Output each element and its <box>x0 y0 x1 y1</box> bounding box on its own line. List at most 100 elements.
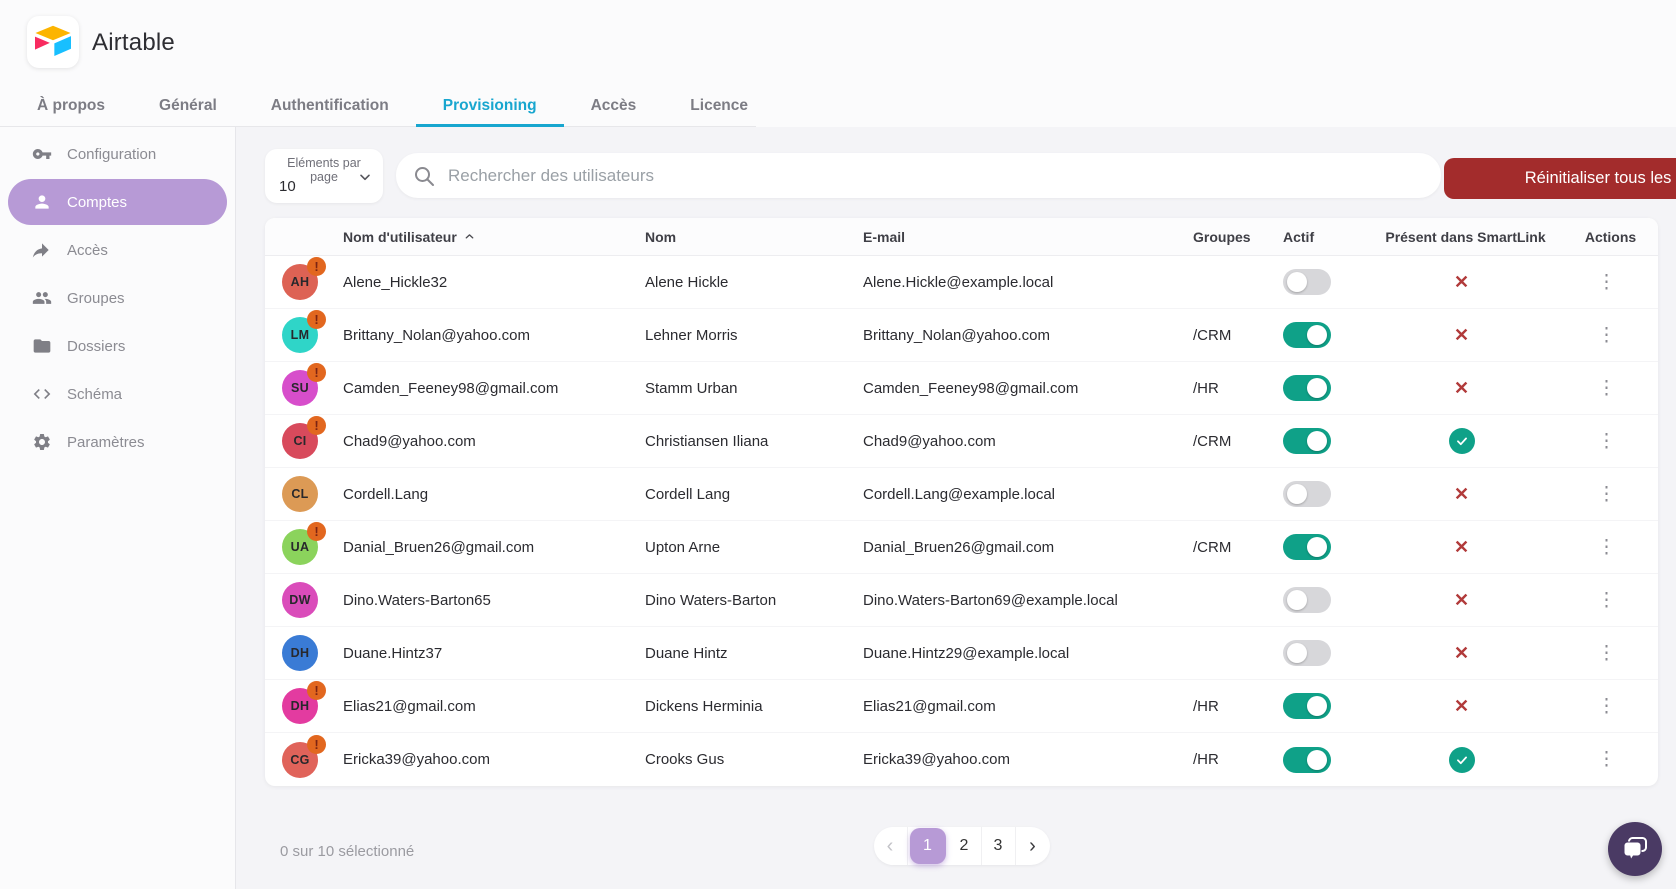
row-actions-button[interactable]: ⋮ <box>1589 273 1624 292</box>
smartlink-cross-icon: ✕ <box>1454 325 1469 346</box>
share-arrow-icon <box>32 240 52 260</box>
smartlink-cross-icon: ✕ <box>1454 696 1469 717</box>
row-actions-button[interactable]: ⋮ <box>1589 644 1624 663</box>
avatar: CL ! <box>282 476 318 512</box>
row-actions-button[interactable]: ⋮ <box>1589 538 1624 557</box>
row-actions-button[interactable]: ⋮ <box>1589 485 1624 504</box>
airtable-logo <box>27 16 79 68</box>
sidebar-item-comptes[interactable]: Comptes <box>8 179 227 225</box>
avatar: LM ! <box>282 317 318 353</box>
selection-count: 0 sur 10 sélectionné <box>280 843 414 860</box>
cell-username: Chad9@yahoo.com <box>343 433 645 450</box>
tab-licence[interactable]: Licence <box>663 85 775 127</box>
avatar: CG ! <box>282 742 318 778</box>
column-email[interactable]: E-mail <box>863 229 1193 245</box>
app-header: Airtable À propos Général Authentificati… <box>0 0 1676 127</box>
row-actions-button[interactable]: ⋮ <box>1589 379 1624 398</box>
tab-acc-s[interactable]: Accès <box>564 85 664 127</box>
row-actions-button[interactable]: ⋮ <box>1589 750 1624 769</box>
sidebar-item-configuration[interactable]: Configuration <box>8 131 227 177</box>
column-name[interactable]: Nom <box>645 229 863 245</box>
cell-email: Ericka39@yahoo.com <box>863 751 1193 768</box>
cell-email: Danial_Bruen26@gmail.com <box>863 539 1193 556</box>
chat-button[interactable] <box>1608 822 1662 876</box>
active-toggle[interactable] <box>1283 375 1331 401</box>
sidebar-item-param-tres[interactable]: Paramètres <box>8 419 227 465</box>
cell-username: Cordell.Lang <box>343 486 645 503</box>
code-icon <box>32 384 52 404</box>
active-toggle[interactable] <box>1283 587 1331 613</box>
sidebar-item-label: Paramètres <box>67 434 145 451</box>
cell-email: Brittany_Nolan@yahoo.com <box>863 327 1193 344</box>
sidebar-item-acc-s[interactable]: Accès <box>8 227 227 273</box>
avatar-initials: DH <box>291 646 310 660</box>
row-actions-button[interactable]: ⋮ <box>1589 432 1624 451</box>
cell-name: Duane Hintz <box>645 645 863 662</box>
active-toggle[interactable] <box>1283 322 1331 348</box>
table-row: DW ! Dino.Waters-Barton65 Dino Waters-Ba… <box>265 574 1658 627</box>
pagination-page-2[interactable]: 2 <box>948 827 982 865</box>
tab-provisioning[interactable]: Provisioning <box>416 85 564 127</box>
column-active[interactable]: Actif <box>1283 229 1368 245</box>
row-actions-button[interactable]: ⋮ <box>1589 326 1624 345</box>
sidebar-item-dossiers[interactable]: Dossiers <box>8 323 227 369</box>
cell-username: Dino.Waters-Barton65 <box>343 592 645 609</box>
row-actions-button[interactable]: ⋮ <box>1589 591 1624 610</box>
sidebar-item-label: Accès <box>67 242 108 259</box>
column-username[interactable]: Nom d'utilisateur <box>343 229 645 245</box>
cell-username: Danial_Bruen26@gmail.com <box>343 539 645 556</box>
airtable-logo-icon <box>32 24 74 60</box>
avatar: SU ! <box>282 370 318 406</box>
pagination-page-3[interactable]: 3 <box>982 827 1016 865</box>
active-toggle[interactable] <box>1283 534 1331 560</box>
tab-authentification[interactable]: Authentification <box>244 85 416 127</box>
avatar-initials: DH <box>291 699 310 713</box>
cell-name: Cordell Lang <box>645 486 863 503</box>
table-row: UA ! Danial_Bruen26@gmail.com Upton Arne… <box>265 521 1658 574</box>
folder-icon <box>32 336 52 356</box>
table-row: CL ! Cordell.Lang Cordell Lang Cordell.L… <box>265 468 1658 521</box>
warning-badge-icon: ! <box>307 416 326 435</box>
cell-name: Lehner Morris <box>645 327 863 344</box>
warning-badge-icon: ! <box>307 522 326 541</box>
column-smartlink[interactable]: Présent dans SmartLink <box>1368 229 1563 245</box>
gear-icon <box>32 432 52 452</box>
active-toggle[interactable] <box>1283 481 1331 507</box>
avatar-initials: CI <box>293 434 306 448</box>
cell-email: Duane.Hintz29@example.local <box>863 645 1193 662</box>
sidebar-item-label: Groupes <box>67 290 125 307</box>
active-toggle[interactable] <box>1283 640 1331 666</box>
avatar: DW ! <box>282 582 318 618</box>
pagination-page-1[interactable]: 1 <box>910 828 946 864</box>
avatar: UA ! <box>282 529 318 565</box>
cell-name: Stamm Urban <box>645 380 863 397</box>
items-per-page-select[interactable]: Eléments par page 10 <box>265 149 383 203</box>
tab--propos[interactable]: À propos <box>10 85 132 127</box>
pagination-next-button[interactable]: › <box>1016 827 1050 865</box>
active-toggle[interactable] <box>1283 747 1331 773</box>
table-header-row: Nom d'utilisateur Nom E-mail Groupes Act… <box>265 218 1658 256</box>
table-row: CI ! Chad9@yahoo.com Christiansen Iliana… <box>265 415 1658 468</box>
tab-g-n-ral[interactable]: Général <box>132 85 244 127</box>
avatar-initials: LM <box>291 328 310 342</box>
pagination-prev-button[interactable]: ‹ <box>874 827 908 865</box>
column-groups[interactable]: Groupes <box>1193 229 1283 245</box>
row-actions-button[interactable]: ⋮ <box>1589 697 1624 716</box>
sidebar-item-groupes[interactable]: Groupes <box>8 275 227 321</box>
avatar: AH ! <box>282 264 318 300</box>
active-toggle[interactable] <box>1283 428 1331 454</box>
sidebar-item-sch-ma[interactable]: Schéma <box>8 371 227 417</box>
smartlink-check-icon <box>1449 428 1475 454</box>
reset-passwords-button[interactable]: Réinitialiser tous les mots de passe <box>1444 158 1676 199</box>
column-actions: Actions <box>1563 229 1658 245</box>
warning-badge-icon: ! <box>307 363 326 382</box>
pagination-wrap: ‹123› <box>265 827 1658 865</box>
cell-email: Chad9@yahoo.com <box>863 433 1193 450</box>
search-input[interactable] <box>448 166 1425 186</box>
active-toggle[interactable] <box>1283 269 1331 295</box>
table-row: LM ! Brittany_Nolan@yahoo.com Lehner Mor… <box>265 309 1658 362</box>
sort-asc-icon <box>463 230 476 243</box>
cell-groups: /CRM <box>1193 433 1283 450</box>
tab-bar: À propos Général Authentification Provis… <box>0 85 775 127</box>
active-toggle[interactable] <box>1283 693 1331 719</box>
